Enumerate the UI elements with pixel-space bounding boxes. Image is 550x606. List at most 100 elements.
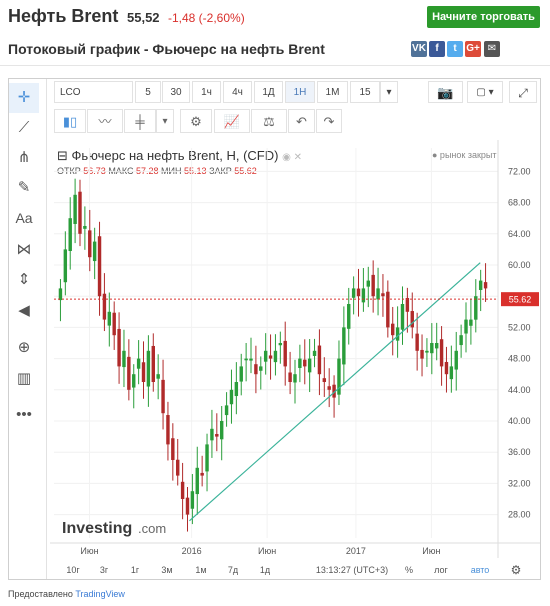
interval-4h[interactable]: 4ч xyxy=(223,81,252,103)
email-icon[interactable]: ✉ xyxy=(484,41,500,57)
tradingview-link[interactable]: TradingView xyxy=(75,589,125,599)
chart-settings-gear-icon[interactable]: ⚙ xyxy=(506,563,526,578)
percent-scale-toggle[interactable]: % xyxy=(400,563,418,578)
y-tick-label: 44.00 xyxy=(508,385,531,395)
candle-body xyxy=(356,288,361,297)
camera-icon[interactable]: 📷 xyxy=(428,81,463,103)
candle-body xyxy=(474,296,478,320)
candle-body xyxy=(391,323,395,336)
indicators-icon[interactable]: 📈 xyxy=(214,109,250,133)
interval-custom[interactable]: 15 xyxy=(350,81,380,103)
area-chart-icon[interactable]: 〰 xyxy=(87,109,123,133)
range-3y[interactable]: 3г xyxy=(93,563,115,578)
chart-type-dropdown-icon[interactable]: ▾ xyxy=(156,109,174,133)
candle-body xyxy=(259,366,263,371)
compare-icon[interactable]: ⚖ xyxy=(251,109,287,133)
arrow-left-icon[interactable]: ◀ xyxy=(9,296,39,326)
candle-body xyxy=(83,226,87,229)
candle-body xyxy=(425,350,429,353)
candle-body xyxy=(415,333,419,351)
candle-body xyxy=(112,312,116,336)
candle-body xyxy=(478,280,483,291)
range-3m[interactable]: 3м xyxy=(156,563,178,578)
brush-icon[interactable]: ✎ xyxy=(9,173,39,203)
pitchfork-icon[interactable]: ⋔ xyxy=(9,143,39,173)
candle-body xyxy=(210,428,214,441)
candle-body xyxy=(317,345,322,375)
symbol-input[interactable]: LCO xyxy=(54,81,133,103)
interval-1m[interactable]: 1М xyxy=(317,81,348,103)
candle-body xyxy=(410,311,414,328)
candle-body xyxy=(361,288,366,303)
pattern-icon[interactable]: ⋈ xyxy=(9,235,39,265)
interval-30[interactable]: 30 xyxy=(162,81,190,103)
candle-body xyxy=(58,288,63,301)
start-trading-button[interactable]: Начните торговать xyxy=(427,6,540,28)
candle-body xyxy=(381,293,385,297)
candle-body xyxy=(185,497,190,515)
y-tick-label: 60.00 xyxy=(508,260,531,270)
color-picker[interactable]: ▢ ▾ xyxy=(467,81,503,103)
candle-body xyxy=(171,438,175,460)
fullscreen-icon[interactable]: ⤢ xyxy=(509,81,537,103)
range-1d[interactable]: 1д xyxy=(254,563,276,578)
y-tick-label: 48.00 xyxy=(508,354,531,364)
vk-icon[interactable]: VK xyxy=(411,41,427,57)
candle-body xyxy=(219,421,224,440)
candle-body xyxy=(92,241,97,262)
candle-body xyxy=(420,349,424,359)
interval-5[interactable]: 5 xyxy=(135,81,161,103)
candles-icon[interactable]: ▮▯ xyxy=(54,109,86,133)
ruler-icon[interactable]: ▥ xyxy=(9,364,39,394)
x-tick-label: Июн xyxy=(80,546,98,556)
crosshair-icon[interactable]: ✛ xyxy=(9,83,39,113)
interval-1d[interactable]: 1Д xyxy=(254,81,283,103)
candle-body xyxy=(205,444,209,472)
candle-body xyxy=(371,274,375,297)
candle-body xyxy=(200,472,204,476)
zoom-icon[interactable]: ⊕ xyxy=(9,333,39,363)
trendline-icon[interactable]: ⟋ xyxy=(9,113,39,143)
candle-body xyxy=(449,366,454,380)
candle-body xyxy=(136,358,141,369)
watermark-suffix: .com xyxy=(138,521,166,536)
log-scale-toggle[interactable]: лог xyxy=(428,563,454,578)
candle-body xyxy=(278,343,283,346)
candle-body xyxy=(351,288,356,298)
candle-body xyxy=(405,297,410,312)
range-10y[interactable]: 10г xyxy=(62,563,84,578)
bars-icon[interactable]: ╪ xyxy=(124,109,156,133)
facebook-icon[interactable]: f xyxy=(429,41,445,57)
settings-gear-icon[interactable]: ⚙ xyxy=(180,109,212,133)
interval-1w[interactable]: 1Н xyxy=(285,81,315,103)
candle-body xyxy=(386,291,390,328)
candle-body xyxy=(454,350,458,370)
price-chart[interactable]: 72.0068.0064.0060.0056.0052.0048.0044.00… xyxy=(50,140,540,560)
interval-1h[interactable]: 1ч xyxy=(192,81,221,103)
auto-scale-toggle[interactable]: авто xyxy=(465,563,495,578)
interval-dropdown-icon[interactable]: ▾ xyxy=(380,81,398,103)
range-1m[interactable]: 1м xyxy=(190,563,212,578)
last-price: 55,52 xyxy=(127,10,160,25)
x-tick-label: Июн xyxy=(258,546,276,556)
candle-body xyxy=(400,304,405,330)
undo-icon[interactable]: ↶ xyxy=(288,109,315,133)
range-7d[interactable]: 7д xyxy=(222,563,244,578)
more-icon[interactable]: ••• xyxy=(9,400,39,430)
investing-watermark: Investing xyxy=(62,520,132,537)
candle-body xyxy=(327,386,331,390)
redo-icon[interactable]: ↷ xyxy=(316,109,342,133)
candle-body xyxy=(229,389,234,405)
candle-body xyxy=(132,374,136,388)
candle-body xyxy=(307,358,312,373)
range-1y[interactable]: 1г xyxy=(124,563,146,578)
candle-body xyxy=(288,372,292,382)
google-plus-icon[interactable]: G+ xyxy=(465,41,481,57)
candle-body xyxy=(268,355,273,359)
y-tick-label: 68.00 xyxy=(508,198,531,208)
candle-body xyxy=(434,343,439,349)
measure-icon[interactable]: ⇕ xyxy=(9,265,39,295)
text-tool-icon[interactable]: Aa xyxy=(9,203,39,233)
candle-body xyxy=(283,340,287,367)
twitter-icon[interactable]: t xyxy=(447,41,463,57)
